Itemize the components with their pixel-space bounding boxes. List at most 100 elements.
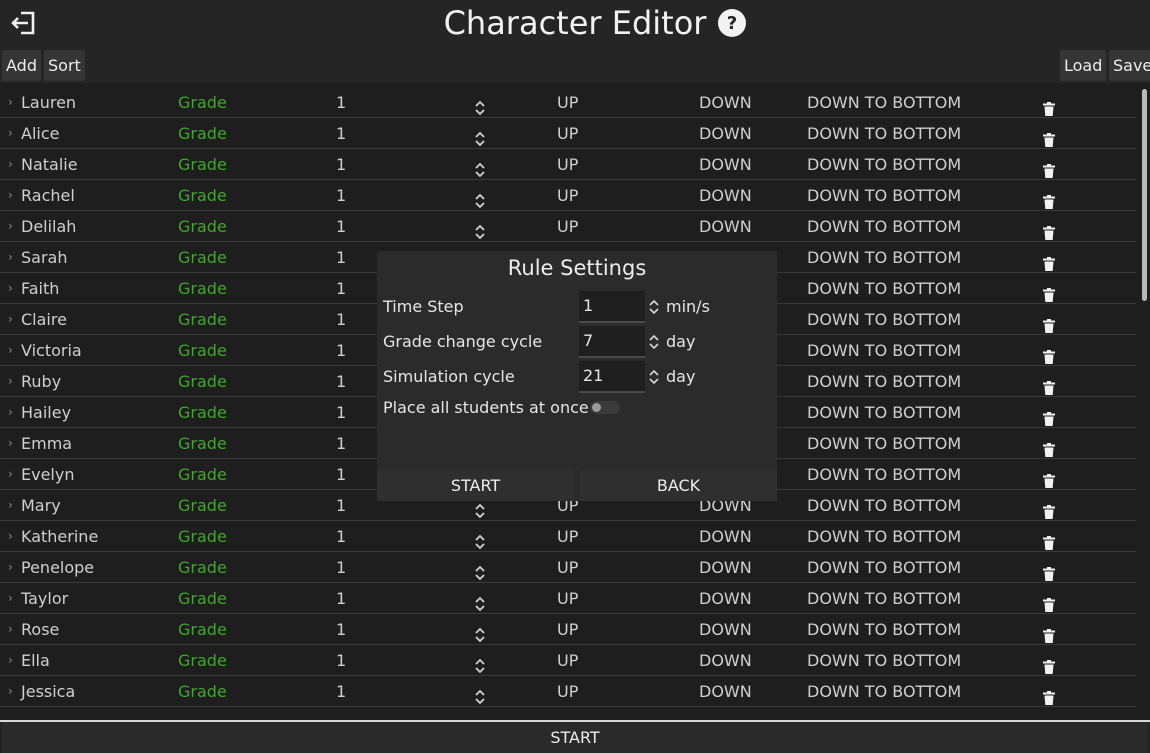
reorder-icon[interactable] (473, 529, 487, 550)
expand-chevron-icon[interactable]: › (8, 366, 13, 397)
move-up-button[interactable]: UP (557, 180, 578, 211)
help-icon[interactable]: ? (717, 8, 747, 38)
move-down-button[interactable]: DOWN (699, 521, 752, 552)
grade-link[interactable]: Grade (178, 242, 227, 273)
expand-chevron-icon[interactable]: › (8, 428, 13, 459)
table-row[interactable]: › Katherine Grade 1 UP DOWN DOWN TO BOTTOM (0, 521, 1136, 552)
reorder-icon[interactable] (473, 591, 487, 612)
trash-icon[interactable] (1043, 591, 1055, 612)
expand-chevron-icon[interactable]: › (8, 459, 13, 490)
move-up-button[interactable]: UP (557, 118, 578, 149)
dialog-start-button[interactable]: START (377, 470, 574, 501)
footer-start-button[interactable]: START (2, 722, 1148, 753)
move-down-button[interactable]: DOWN (699, 211, 752, 242)
move-up-button[interactable]: UP (557, 87, 578, 118)
grade-link[interactable]: Grade (178, 118, 227, 149)
move-to-bottom-button[interactable]: DOWN TO BOTTOM (807, 180, 961, 211)
expand-chevron-icon[interactable]: › (8, 118, 13, 149)
grade-link[interactable]: Grade (178, 645, 227, 676)
move-to-bottom-button[interactable]: DOWN TO BOTTOM (807, 273, 961, 304)
trash-icon[interactable] (1043, 343, 1055, 364)
reorder-icon[interactable] (473, 95, 487, 116)
move-to-bottom-button[interactable]: DOWN TO BOTTOM (807, 397, 961, 428)
grade-link[interactable]: Grade (178, 459, 227, 490)
move-to-bottom-button[interactable]: DOWN TO BOTTOM (807, 521, 961, 552)
reorder-icon[interactable] (473, 188, 487, 209)
expand-chevron-icon[interactable]: › (8, 583, 13, 614)
grade-link[interactable]: Grade (178, 87, 227, 118)
table-row[interactable]: › Rachel Grade 1 UP DOWN DOWN TO BOTTOM (0, 180, 1136, 211)
trash-icon[interactable] (1043, 467, 1055, 488)
save-button[interactable]: Save (1109, 50, 1150, 81)
grade-link[interactable]: Grade (178, 211, 227, 242)
grade-link[interactable]: Grade (178, 583, 227, 614)
move-to-bottom-button[interactable]: DOWN TO BOTTOM (807, 645, 961, 676)
reorder-icon[interactable] (473, 157, 487, 178)
simulation-cycle-input[interactable]: 21 (579, 361, 645, 393)
table-row[interactable]: › Alice Grade 1 UP DOWN DOWN TO BOTTOM (0, 118, 1136, 149)
expand-chevron-icon[interactable]: › (8, 149, 13, 180)
grade-change-cycle-input[interactable]: 7 (579, 326, 645, 358)
move-up-button[interactable]: UP (557, 583, 578, 614)
table-row[interactable]: › Penelope Grade 1 UP DOWN DOWN TO BOTTOM (0, 552, 1136, 583)
expand-chevron-icon[interactable]: › (8, 645, 13, 676)
grade-link[interactable]: Grade (178, 273, 227, 304)
expand-chevron-icon[interactable]: › (8, 397, 13, 428)
move-down-button[interactable]: DOWN (699, 614, 752, 645)
trash-icon[interactable] (1043, 498, 1055, 519)
move-up-button[interactable]: UP (557, 211, 578, 242)
table-row[interactable]: › Rose Grade 1 UP DOWN DOWN TO BOTTOM (0, 614, 1136, 645)
expand-chevron-icon[interactable]: › (8, 614, 13, 645)
move-up-button[interactable]: UP (557, 552, 578, 583)
expand-chevron-icon[interactable]: › (8, 273, 13, 304)
move-to-bottom-button[interactable]: DOWN TO BOTTOM (807, 583, 961, 614)
move-down-button[interactable]: DOWN (699, 676, 752, 707)
move-down-button[interactable]: DOWN (699, 552, 752, 583)
scroll-thumb[interactable] (1142, 89, 1147, 301)
dialog-back-button[interactable]: BACK (580, 470, 777, 501)
trash-icon[interactable] (1043, 560, 1055, 581)
move-to-bottom-button[interactable]: DOWN TO BOTTOM (807, 490, 961, 521)
grade-link[interactable]: Grade (178, 428, 227, 459)
move-to-bottom-button[interactable]: DOWN TO BOTTOM (807, 149, 961, 180)
grade-link[interactable]: Grade (178, 180, 227, 211)
trash-icon[interactable] (1043, 436, 1055, 457)
trash-icon[interactable] (1043, 250, 1055, 271)
grade-link[interactable]: Grade (178, 552, 227, 583)
move-up-button[interactable]: UP (557, 614, 578, 645)
trash-icon[interactable] (1043, 653, 1055, 674)
expand-chevron-icon[interactable]: › (8, 87, 13, 118)
trash-icon[interactable] (1043, 219, 1055, 240)
expand-chevron-icon[interactable]: › (8, 242, 13, 273)
move-to-bottom-button[interactable]: DOWN TO BOTTOM (807, 459, 961, 490)
table-row[interactable]: › Ella Grade 1 UP DOWN DOWN TO BOTTOM (0, 645, 1136, 676)
move-down-button[interactable]: DOWN (699, 87, 752, 118)
move-to-bottom-button[interactable]: DOWN TO BOTTOM (807, 552, 961, 583)
move-to-bottom-button[interactable]: DOWN TO BOTTOM (807, 366, 961, 397)
move-up-button[interactable]: UP (557, 149, 578, 180)
move-to-bottom-button[interactable]: DOWN TO BOTTOM (807, 304, 961, 335)
reorder-icon[interactable] (473, 560, 487, 581)
trash-icon[interactable] (1043, 374, 1055, 395)
move-down-button[interactable]: DOWN (699, 583, 752, 614)
trash-icon[interactable] (1043, 281, 1055, 302)
table-row[interactable]: › Jessica Grade 1 UP DOWN DOWN TO BOTTOM (0, 676, 1136, 707)
move-to-bottom-button[interactable]: DOWN TO BOTTOM (807, 118, 961, 149)
simulation-cycle-spinner-icon[interactable] (649, 369, 659, 385)
expand-chevron-icon[interactable]: › (8, 676, 13, 707)
trash-icon[interactable] (1043, 405, 1055, 426)
trash-icon[interactable] (1043, 622, 1055, 643)
table-row[interactable]: › Natalie Grade 1 UP DOWN DOWN TO BOTTOM (0, 149, 1136, 180)
reorder-icon[interactable] (473, 126, 487, 147)
grade-link[interactable]: Grade (178, 397, 227, 428)
place-all-toggle[interactable] (590, 401, 620, 414)
move-up-button[interactable]: UP (557, 521, 578, 552)
table-row[interactable]: › Delilah Grade 1 UP DOWN DOWN TO BOTTOM (0, 211, 1136, 242)
time-step-spinner-icon[interactable] (649, 299, 659, 315)
move-up-button[interactable]: UP (557, 676, 578, 707)
expand-chevron-icon[interactable]: › (8, 552, 13, 583)
expand-chevron-icon[interactable]: › (8, 180, 13, 211)
move-down-button[interactable]: DOWN (699, 645, 752, 676)
grade-link[interactable]: Grade (178, 304, 227, 335)
table-row[interactable]: › Taylor Grade 1 UP DOWN DOWN TO BOTTOM (0, 583, 1136, 614)
